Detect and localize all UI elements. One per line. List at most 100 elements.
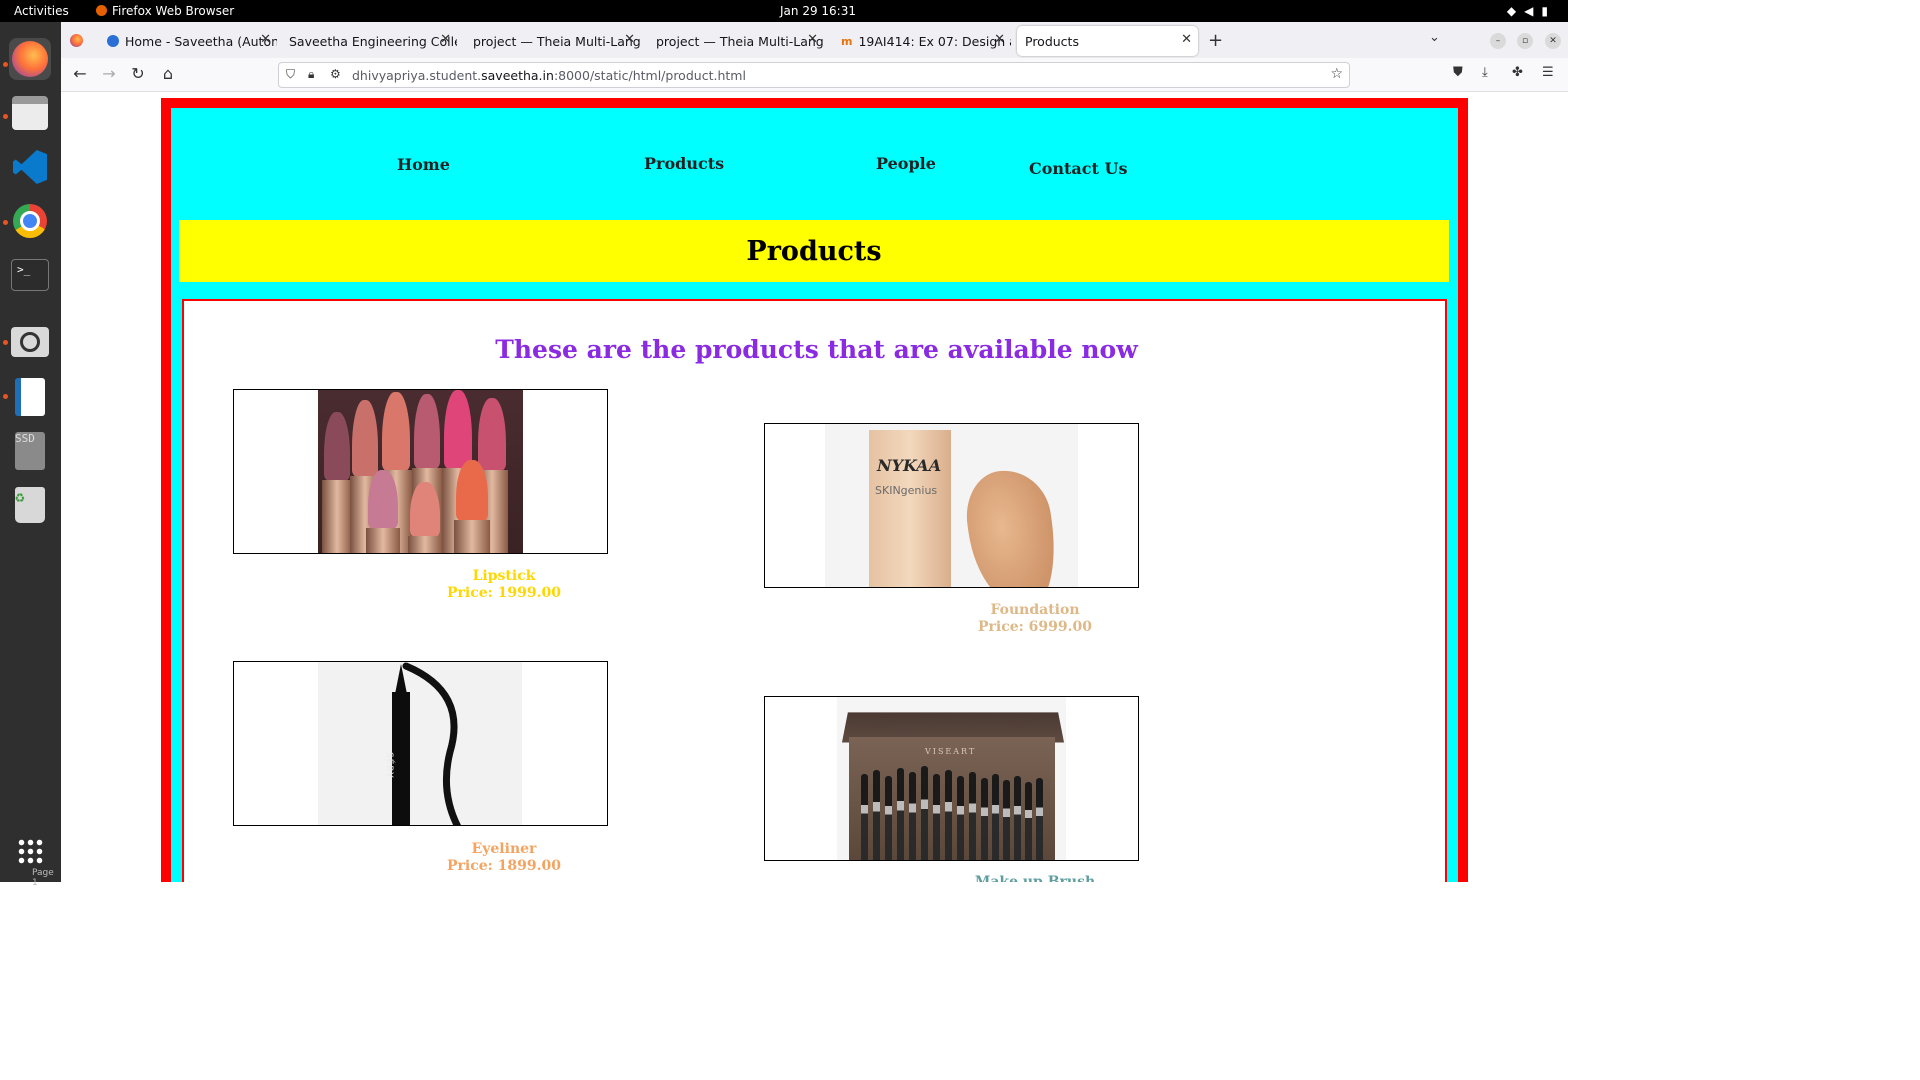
tab-moodle-ex07[interactable]: m 19AI414: Ex 07: Design a ✕ — [833, 26, 1011, 56]
writer-icon — [15, 378, 45, 416]
close-icon[interactable]: ✕ — [440, 32, 451, 47]
clock[interactable]: Jan 29 16:31 — [780, 4, 856, 18]
eyeliner-image: SÉRY — [318, 662, 522, 825]
products-section: These are the products that are availabl… — [182, 299, 1447, 882]
dock-writer[interactable] — [9, 376, 51, 418]
home-icon[interactable]: ⌂ — [157, 64, 179, 83]
battery-icon: ▮ — [1541, 4, 1556, 18]
show-apps-button[interactable] — [9, 830, 51, 872]
tab-saveetha-engineering[interactable]: Saveetha Engineering College✕ — [281, 26, 457, 56]
nav-home-link[interactable]: Home — [397, 155, 450, 174]
extensions-icon[interactable]: ✤ — [1512, 65, 1523, 80]
tab-home-saveetha[interactable]: Home - Saveetha (Autonomous)✕ — [99, 26, 277, 56]
moodle-icon: m — [841, 34, 853, 48]
product-card-eyeliner[interactable]: SÉRY — [233, 661, 608, 826]
magnifier-icon — [11, 327, 49, 357]
app-name: Firefox Web Browser — [112, 4, 235, 18]
bookmark-star-icon[interactable]: ☆ — [1330, 66, 1343, 82]
wifi-icon: ◆ — [1506, 4, 1525, 18]
foundation-brand: NYKAA — [877, 456, 942, 475]
lipstick-image — [318, 390, 523, 553]
forward-arrow-icon[interactable]: → — [98, 64, 120, 83]
close-icon[interactable]: ✕ — [1181, 32, 1192, 47]
close-icon[interactable]: ✕ — [994, 32, 1005, 47]
running-indicator — [3, 114, 8, 119]
chrome-icon — [13, 204, 47, 238]
dock-vscode[interactable] — [9, 146, 51, 188]
tab-theia-2[interactable]: project — Theia Multi-Language✕ — [648, 26, 824, 56]
page-label: Page 1 — [32, 868, 54, 888]
recycle-icon: ♻ — [15, 487, 45, 523]
menu-hamburger-icon[interactable]: ☰ — [1542, 65, 1554, 80]
globe-icon — [107, 35, 119, 47]
nav-products-link[interactable]: Products — [644, 154, 724, 173]
address-bar[interactable]: ⛉ 🔒︎ ⚙ dhivyapriya.student.saveetha.in:8… — [278, 62, 1350, 88]
product-caption-eyeliner: Eyeliner Price: 1899.00 — [354, 841, 654, 875]
tab-products[interactable]: Products ✕ — [1017, 26, 1198, 56]
volume-muted-icon: ◀ — [1524, 4, 1542, 18]
running-indicator — [3, 394, 8, 399]
ssd-icon: SSD — [15, 432, 45, 470]
products-heading: These are the products that are availabl… — [495, 335, 1138, 364]
dock-image-viewer[interactable] — [9, 321, 51, 363]
tab-bar: Home - Saveetha (Autonomous)✕ Saveetha E… — [61, 22, 1568, 58]
files-icon — [12, 96, 48, 130]
maximize-button[interactable]: ▫ — [1517, 33, 1533, 49]
dock-ssd[interactable]: SSD — [9, 430, 51, 472]
system-tray[interactable]: ◆◀▮ — [1507, 4, 1556, 18]
product-name: Foundation — [990, 602, 1080, 618]
new-tab-button[interactable]: + — [1208, 30, 1223, 51]
product-price: Price: 1899.00 — [446, 858, 562, 874]
running-indicator — [3, 340, 8, 345]
firefox-view-icon[interactable] — [70, 34, 83, 47]
nav-contact-link[interactable]: Contact Us — [1029, 159, 1127, 178]
reload-icon[interactable]: ↻ — [127, 64, 149, 83]
nav-people-link[interactable]: People — [876, 154, 936, 173]
product-price: Price: 1999.00 — [446, 585, 562, 601]
foundation-image: NYKAA SKINgenius — [825, 424, 1078, 587]
lock-insecure-icon[interactable]: 🔒︎ — [308, 67, 314, 82]
system-top-bar: Activities Firefox Web Browser Jan 29 16… — [0, 0, 1568, 22]
terminal-icon: >_ — [11, 259, 49, 291]
shield-icon[interactable]: ⛉ — [286, 67, 295, 82]
running-indicator — [3, 220, 8, 225]
vscode-icon — [13, 150, 47, 184]
back-arrow-icon[interactable]: ← — [69, 64, 91, 83]
close-icon[interactable]: ✕ — [260, 32, 271, 47]
page-container: Home Products People Contact Us Products… — [171, 108, 1458, 882]
eyeliner-stroke — [402, 662, 461, 825]
dock-terminal[interactable]: >_ — [9, 254, 51, 296]
product-price: Price: 6999.00 — [977, 619, 1093, 635]
url-text[interactable]: dhivyapriya.student.saveetha.in:8000/sta… — [352, 68, 746, 83]
minimize-button[interactable]: – — [1490, 33, 1506, 49]
product-caption-lipstick: Lipstick Price: 1999.00 — [354, 568, 654, 602]
page-frame: Home Products People Contact Us Products… — [161, 98, 1468, 882]
app-menu[interactable]: Firefox Web Browser — [96, 4, 234, 18]
permissions-icon[interactable]: ⚙ — [330, 67, 341, 81]
dock-firefox[interactable] — [9, 38, 51, 80]
close-icon[interactable]: ✕ — [807, 32, 818, 47]
firefox-icon — [12, 41, 48, 77]
close-window-button[interactable]: ✕ — [1545, 33, 1561, 49]
dock-chrome[interactable] — [9, 200, 51, 242]
firefox-icon — [96, 5, 107, 16]
brush-brand: VISEART — [925, 747, 977, 756]
activities-button[interactable]: Activities — [14, 4, 69, 18]
product-name: Lipstick — [472, 568, 536, 584]
product-name: Make up Brush — [974, 874, 1096, 882]
brush-kit-image: VISEART — [837, 697, 1066, 860]
close-icon[interactable]: ✕ — [624, 32, 635, 47]
product-card-foundation[interactable]: NYKAA SKINgenius — [764, 423, 1139, 588]
navigation-toolbar: ← → ↻ ⌂ ⛉ 🔒︎ ⚙ dhivyapriya.student.savee… — [61, 58, 1568, 92]
list-tabs-chevron-icon[interactable]: ⌄ — [1429, 30, 1440, 45]
product-card-brush[interactable]: VISEART — [764, 696, 1139, 861]
product-caption-foundation: Foundation Price: 6999.00 — [885, 602, 1185, 636]
tab-theia-1[interactable]: project — Theia Multi-Language✕ — [465, 26, 641, 56]
dock-trash[interactable]: ♻ — [9, 484, 51, 526]
downloads-icon[interactable]: ⤓ — [1482, 65, 1488, 80]
product-card-lipstick[interactable] — [233, 389, 608, 554]
pocket-icon[interactable]: ⛊ — [1453, 65, 1463, 80]
dock-files[interactable] — [9, 92, 51, 134]
dock: >_ SSD ♻ Page 1 — [0, 22, 61, 888]
page-viewport: Home Products People Contact Us Products… — [61, 92, 1568, 882]
